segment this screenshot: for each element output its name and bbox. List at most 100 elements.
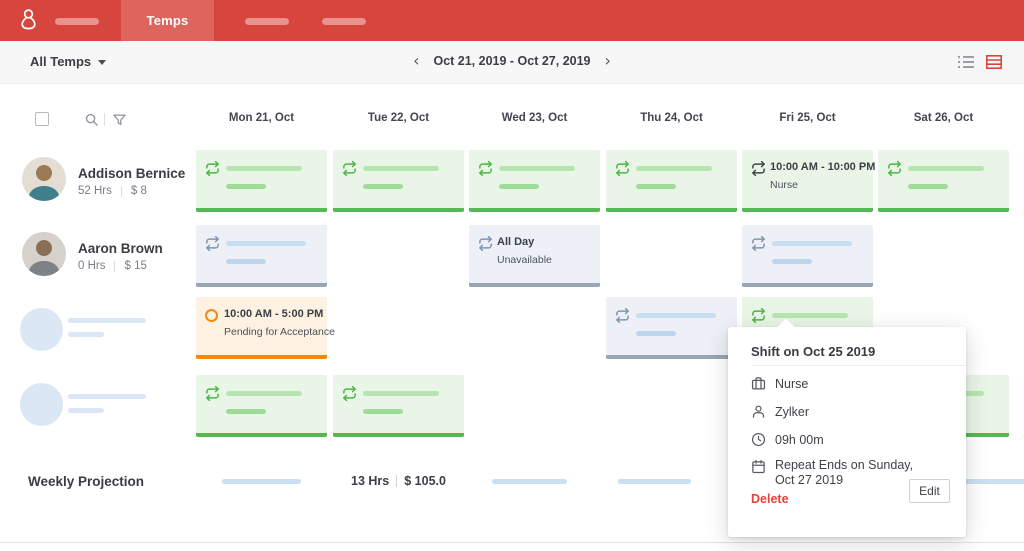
shift-cell-nurse[interactable]: 10:00 AM - 10:00 PM Nurse [742,150,873,212]
unavailable-cell-all-day[interactable]: All Day Unavailable [469,225,600,287]
skeleton-line [68,332,104,337]
skeleton-line [636,331,676,336]
scheduler-app: Temps All Temps ‹ Oct 21, 2019 - Oct 27,… [0,0,1024,551]
skeleton-line [772,313,848,318]
list-view-icon[interactable] [958,55,974,69]
repeat-icon [205,236,220,251]
next-week-button[interactable]: › [605,53,611,69]
shift-cell[interactable] [333,375,464,437]
day-header-fri: Fri 25, Oct [739,112,876,124]
day-header-wed: Wed 23, Oct [466,112,603,124]
shift-cell[interactable] [469,150,600,212]
shift-cell[interactable] [196,150,327,212]
skeleton-line [226,391,302,396]
popup-role: Nurse [775,377,808,391]
skeleton-line [226,184,266,189]
people-logo-icon[interactable] [15,7,42,34]
skeleton-line [499,184,539,189]
repeat-icon [205,386,220,401]
shift-label: Unavailable [497,254,552,266]
skeleton-line [499,166,575,171]
shift-time: All Day [497,236,534,248]
employee-hours: 0 Hrs [78,260,105,272]
nav-item-placeholder[interactable] [245,18,289,25]
day-header-mon: Mon 21, Oct [193,112,330,124]
prev-week-button[interactable]: ‹ [413,53,419,69]
search-icon[interactable] [84,112,99,127]
employee-hours: 52 Hrs [78,185,112,197]
employee-meta: 0 Hrs $ 15 [78,260,147,272]
tab-temps-label: Temps [147,13,189,28]
pending-shift-cell[interactable]: 10:00 AM - 5:00 PM Pending for Acceptanc… [196,297,327,359]
skeleton-line [772,241,852,246]
skeleton-line [363,409,403,414]
select-all-checkbox[interactable] [35,112,49,126]
shift-cell[interactable] [606,150,737,212]
popup-client: Zylker [775,405,809,419]
repeat-icon [751,161,766,176]
skeleton-line [908,184,948,189]
shift-time: 10:00 AM - 5:00 PM [224,308,323,320]
popup-duration: 09h 00m [775,433,824,447]
briefcase-icon [751,376,766,391]
filter-icon[interactable] [112,112,127,127]
projection-bar [618,479,691,484]
repeat-icon [342,386,357,401]
top-nav-bar: Temps [0,0,1024,41]
shift-label: Nurse [770,179,798,191]
skeleton-line [363,391,439,396]
skeleton-line [226,241,306,246]
divider [104,113,105,126]
clock-icon [751,432,766,447]
employee-name: Addison Bernice [78,166,185,181]
nav-item-placeholder[interactable] [322,18,366,25]
delete-button[interactable]: Delete [751,492,789,506]
nav-item-placeholder[interactable] [55,18,99,25]
repeat-icon [205,161,220,176]
projection-value-tue: 13 Hrs $ 105.0 [330,474,467,488]
day-header-tue: Tue 22, Oct [330,112,467,124]
repeat-icon [751,236,766,251]
projection-bar [492,479,567,484]
projection-hours: 13 Hrs [351,474,389,488]
edit-button[interactable]: Edit [909,479,950,503]
repeat-icon [478,161,493,176]
popup-repeat-line1: Repeat Ends on Sunday, [775,458,913,472]
popup-title: Shift on Oct 25 2019 [751,344,875,359]
date-navigator: ‹ Oct 21, 2019 - Oct 27, 2019 › [0,53,1024,69]
skeleton-line [68,394,146,399]
avatar [22,232,66,276]
tab-temps[interactable]: Temps [121,0,214,41]
shift-cell[interactable] [878,150,1009,212]
employee-meta: 52 Hrs $ 8 [78,185,147,197]
skeleton-line [226,259,266,264]
divider [0,542,1024,543]
projection-bar [222,479,301,484]
employee-rate: $ 8 [131,185,147,197]
divider [396,475,397,487]
repeat-icon [342,161,357,176]
shift-time: 10:00 AM - 10:00 PM [770,161,875,173]
skeleton-line [226,166,302,171]
user-icon [751,404,766,419]
grid-view-icon[interactable] [986,55,1002,69]
popup-repeat-line2: Oct 27 2019 [775,473,843,487]
unavailable-cell[interactable] [606,297,737,359]
shift-cell[interactable] [196,375,327,437]
repeat-icon [751,308,766,323]
skeleton-line [772,259,812,264]
repeat-icon [615,308,630,323]
divider [121,186,122,197]
skeleton-line [908,166,984,171]
skeleton-line [636,313,716,318]
unavailable-cell[interactable] [742,225,873,287]
calendar-icon [751,459,766,474]
skeleton-line [68,408,104,413]
avatar-placeholder [20,383,63,426]
unavailable-cell[interactable] [196,225,327,287]
shift-cell[interactable] [333,150,464,212]
avatar [22,157,66,201]
date-range-label: Oct 21, 2019 - Oct 27, 2019 [433,54,590,68]
skeleton-line [68,318,146,323]
day-header-thu: Thu 24, Oct [603,112,740,124]
